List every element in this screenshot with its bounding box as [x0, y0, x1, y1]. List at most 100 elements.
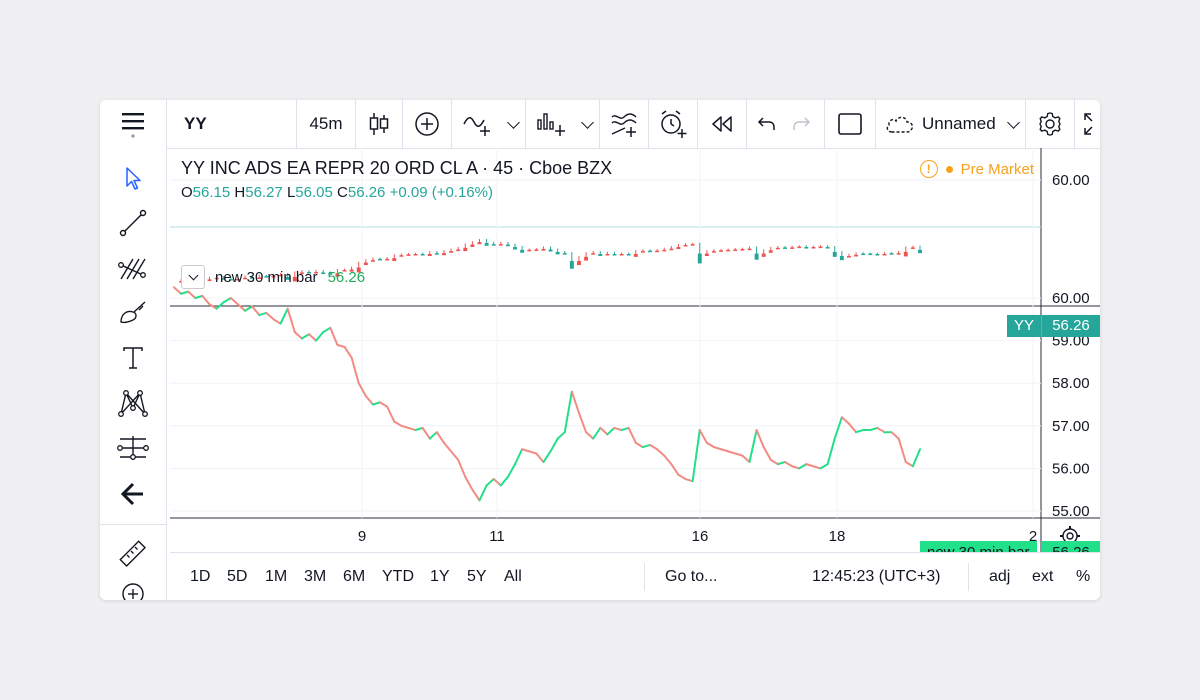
candle-body [719, 250, 724, 252]
candle-body [825, 247, 830, 249]
goto-date-button[interactable]: Go to... [665, 553, 717, 600]
chart-area[interactable]: 60.00 59.00 58.00 57.00 56.00 55.00 60.00 9 11 16… [170, 148, 1100, 600]
indicator-collapse-button[interactable] [181, 265, 205, 289]
indicator-segment [613, 426, 623, 432]
indicator-segment [755, 429, 765, 449]
indicator-segment [251, 305, 261, 317]
range-3m-button[interactable]: 3M [304, 553, 326, 600]
fib-tool[interactable] [113, 250, 153, 286]
replay-button[interactable] [698, 100, 746, 148]
low-value: 56.05 [295, 184, 333, 201]
brush-tool[interactable] [113, 295, 153, 331]
market-status[interactable]: ! Pre Market [919, 160, 1034, 178]
candle-body [399, 255, 404, 257]
candle-body [690, 244, 695, 246]
indicator-segment [258, 311, 268, 317]
indicator-segment [634, 441, 644, 449]
indicator-segment [627, 426, 637, 444]
undo-button[interactable] [750, 100, 784, 148]
timezone-clock[interactable]: 12:45:23 (UTC+3) [812, 553, 941, 600]
range-all-button[interactable]: All [504, 553, 522, 600]
range-6m-button[interactable]: 6M [343, 553, 365, 600]
text-tool[interactable] [113, 340, 153, 376]
candle-body [783, 247, 787, 249]
indicator-name[interactable]: new 30 min bar [215, 269, 318, 286]
chevron-down-icon [506, 115, 520, 129]
indicator-segment [208, 303, 218, 310]
indicator-segment [641, 443, 652, 449]
back-button[interactable] [113, 476, 153, 512]
indicators-button[interactable] [452, 100, 502, 148]
indicator-segment [528, 450, 538, 455]
range-1y-button[interactable]: 1Y [430, 553, 450, 600]
zoom-tool[interactable] [113, 580, 153, 600]
candle-body [761, 253, 766, 257]
indicator-segment [350, 356, 360, 385]
pattern-tool[interactable] [113, 385, 153, 421]
range-1d-button[interactable]: 1D [190, 553, 210, 600]
range-ytd-button[interactable]: YTD [382, 553, 414, 600]
candle-body [527, 249, 532, 252]
indicator-segment [322, 326, 332, 334]
candle-body [378, 258, 382, 261]
fullscreen-button[interactable] [1075, 100, 1100, 148]
indicator-segment [677, 473, 687, 481]
redo-button[interactable] [784, 100, 818, 148]
prediction-tool[interactable] [113, 430, 153, 466]
fullscreen-layout-button[interactable] [825, 100, 875, 148]
high-value: 56.27 [245, 184, 283, 201]
indicator-segment [315, 331, 325, 342]
layout-dropdown[interactable] [1002, 100, 1024, 148]
chart-style-button[interactable] [356, 100, 402, 148]
indicator-segment [705, 441, 715, 449]
candle-body [392, 258, 397, 261]
candle-body [385, 258, 390, 261]
layout-name: Unnamed [922, 114, 996, 133]
measure-tool[interactable] [113, 536, 153, 572]
range-5y-button[interactable]: 5Y [467, 553, 487, 600]
indicators-dropdown[interactable] [502, 100, 524, 148]
indicator-segment [663, 454, 673, 466]
templates-dropdown[interactable] [576, 100, 598, 148]
symbol-search-button[interactable]: YY [170, 100, 296, 148]
indicator-segment [442, 441, 453, 453]
indicator-segment [229, 297, 239, 306]
compare-icon [611, 113, 637, 137]
indicator-segment [819, 463, 829, 470]
templates-button[interactable] [526, 100, 576, 148]
candle-body [449, 251, 454, 253]
candle-body [818, 246, 823, 249]
compare-button[interactable] [403, 100, 451, 148]
settings-button[interactable] [1026, 100, 1074, 148]
indicator-segment [776, 461, 787, 466]
percent-scale-toggle[interactable]: % [1076, 553, 1090, 600]
indicator-segment [897, 437, 907, 464]
range-5d-button[interactable]: 5D [227, 553, 247, 600]
range-1m-button[interactable]: 1M [265, 553, 287, 600]
indicator-segment [329, 326, 339, 346]
indicator-segment [720, 448, 730, 453]
indicator-segment [599, 426, 609, 436]
menu-button[interactable] [100, 100, 166, 148]
indicators-icon [463, 117, 490, 136]
candle-body [889, 253, 894, 255]
indicator-segment [506, 463, 517, 478]
candle-body [726, 249, 731, 252]
extended-hours-toggle[interactable]: ext [1032, 553, 1053, 600]
indicator-segment [364, 394, 374, 406]
candle-body [797, 246, 802, 249]
candle-body [754, 253, 759, 260]
indicator-segment [414, 426, 424, 432]
indicator-segment [549, 437, 559, 453]
candle-body [434, 253, 439, 255]
compare-symbols-button[interactable] [600, 100, 648, 148]
trend-line-tool[interactable] [113, 205, 153, 241]
symbol-legend-title[interactable]: YY INC ADS EA REPR 20 ORD CL A · 45 · Cb… [181, 158, 612, 179]
alert-button[interactable] [649, 100, 697, 148]
cursor-tool[interactable] [113, 160, 153, 196]
interval-button[interactable]: 45m [297, 100, 355, 148]
indicator-segment [421, 426, 431, 440]
indicator-segment [876, 426, 886, 434]
adjust-data-toggle[interactable]: adj [989, 553, 1010, 600]
chart-canvas[interactable]: 60.0059.0058.0057.0056.0055.0060.009 11 16… [170, 148, 1100, 552]
